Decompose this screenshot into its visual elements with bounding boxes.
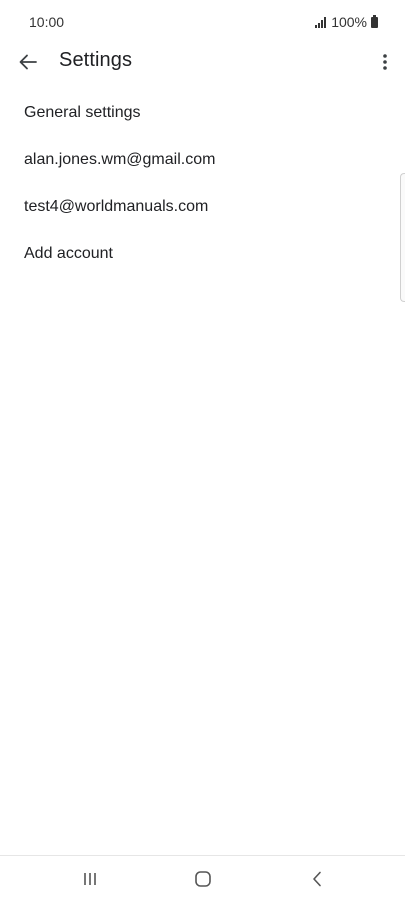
list-item-label: Add account — [24, 244, 113, 262]
list-item-label: test4@worldmanuals.com — [24, 197, 209, 215]
recents-button[interactable] — [75, 866, 105, 892]
list-item-account-gmail[interactable]: alan.jones.wm@gmail.com — [0, 136, 405, 183]
more-options-button[interactable] — [377, 48, 393, 76]
battery-icon — [371, 14, 378, 28]
status-bar: 10:00 100% — [0, 0, 405, 44]
more-vert-icon — [383, 54, 387, 70]
status-time: 10:00 — [29, 14, 65, 30]
arrow-back-icon — [19, 54, 37, 70]
nav-back-icon — [313, 871, 321, 887]
list-item-account-worldmanuals[interactable]: test4@worldmanuals.com — [0, 183, 405, 230]
navigation-bar — [0, 855, 405, 902]
settings-list: General settings alan.jones.wm@gmail.com… — [0, 89, 405, 277]
app-bar: Settings — [0, 40, 405, 84]
status-indicators: 100% — [315, 14, 378, 30]
list-item-add-account[interactable]: Add account — [0, 230, 405, 277]
recents-icon — [84, 873, 96, 885]
nav-back-button[interactable] — [302, 866, 332, 892]
battery-percentage: 100% — [331, 14, 367, 30]
list-item-general-settings[interactable]: General settings — [0, 89, 405, 136]
screen: 10:00 100% Settings General settings ala… — [0, 0, 405, 902]
back-button[interactable] — [12, 48, 44, 76]
home-icon — [195, 871, 211, 887]
edge-panel-handle[interactable] — [400, 173, 405, 302]
signal-icon — [315, 16, 327, 28]
list-item-label: alan.jones.wm@gmail.com — [24, 150, 216, 168]
page-title: Settings — [59, 49, 133, 71]
home-button[interactable] — [188, 866, 218, 892]
list-item-label: General settings — [24, 103, 141, 121]
